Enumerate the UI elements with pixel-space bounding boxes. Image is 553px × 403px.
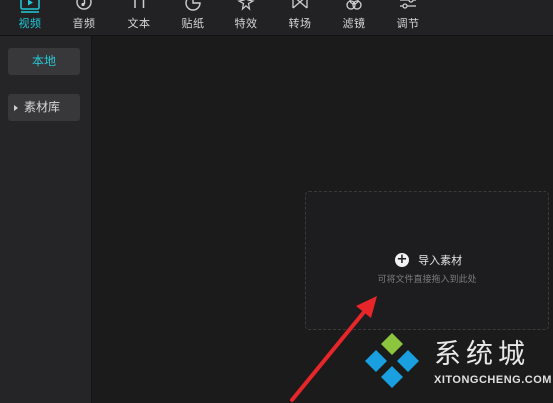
site-watermark: 系统城 XITONGCHENG.COM (360, 330, 553, 403)
transition-icon (292, 0, 308, 9)
watermark-title: 系统城 (434, 339, 530, 370)
watermark-url: XITONGCHENG.COM (434, 374, 552, 386)
tab-sticker[interactable]: 贴纸 (173, 0, 213, 35)
tab-text[interactable]: 文本 (119, 0, 159, 35)
editor-window: 视频 音频 文本 贴纸 特效 转场 滤镜 调节 本地 素材库 + 导入素材 可将… (0, 0, 553, 403)
sticker-icon (185, 0, 201, 11)
text-icon (134, 0, 145, 8)
watermark-logo-icon (365, 333, 419, 388)
filter-circles-icon (346, 0, 362, 10)
tab-transition-label: 转场 (288, 17, 312, 30)
media-toolbar: 视频 音频 文本 贴纸 特效 转场 滤镜 调节 (0, 0, 553, 36)
music-note-icon (76, 0, 92, 10)
import-button[interactable]: + 导入素材 (395, 249, 463, 267)
tab-filter[interactable]: 滤镜 (334, 0, 374, 35)
tab-effects-label: 特效 (234, 17, 258, 30)
tab-adjust[interactable]: 调节 (388, 0, 428, 35)
import-dropzone[interactable]: + 导入素材 可将文件直接拖入到此处 (305, 191, 549, 330)
sidebar-item-library-label: 素材库 (24, 100, 61, 114)
sparkle-effect-icon (237, 0, 255, 11)
expand-triangle-icon (14, 105, 18, 111)
drop-hint: 可将文件直接拖入到此处 (377, 275, 477, 285)
tab-transition[interactable]: 转场 (280, 0, 320, 35)
video-play-icon (20, 0, 40, 13)
tab-text-label: 文本 (127, 17, 151, 30)
tab-video-label: 视频 (18, 17, 42, 30)
import-label: 导入素材 (418, 253, 463, 267)
tab-audio-label: 音频 (72, 17, 96, 30)
sliders-adjust-icon (400, 0, 416, 9)
tab-effects[interactable]: 特效 (226, 0, 266, 35)
tab-sticker-label: 贴纸 (181, 17, 205, 30)
sidebar-item-library[interactable]: 素材库 (8, 94, 80, 121)
plus-icon: + (395, 251, 409, 267)
material-source-sidebar: 本地 素材库 (0, 36, 92, 403)
tab-audio[interactable]: 音频 (64, 0, 104, 35)
sidebar-item-local[interactable]: 本地 (8, 48, 80, 75)
tab-adjust-label: 调节 (396, 17, 420, 30)
tab-filter-label: 滤镜 (342, 17, 366, 30)
tab-video[interactable]: 视频 (10, 0, 50, 35)
